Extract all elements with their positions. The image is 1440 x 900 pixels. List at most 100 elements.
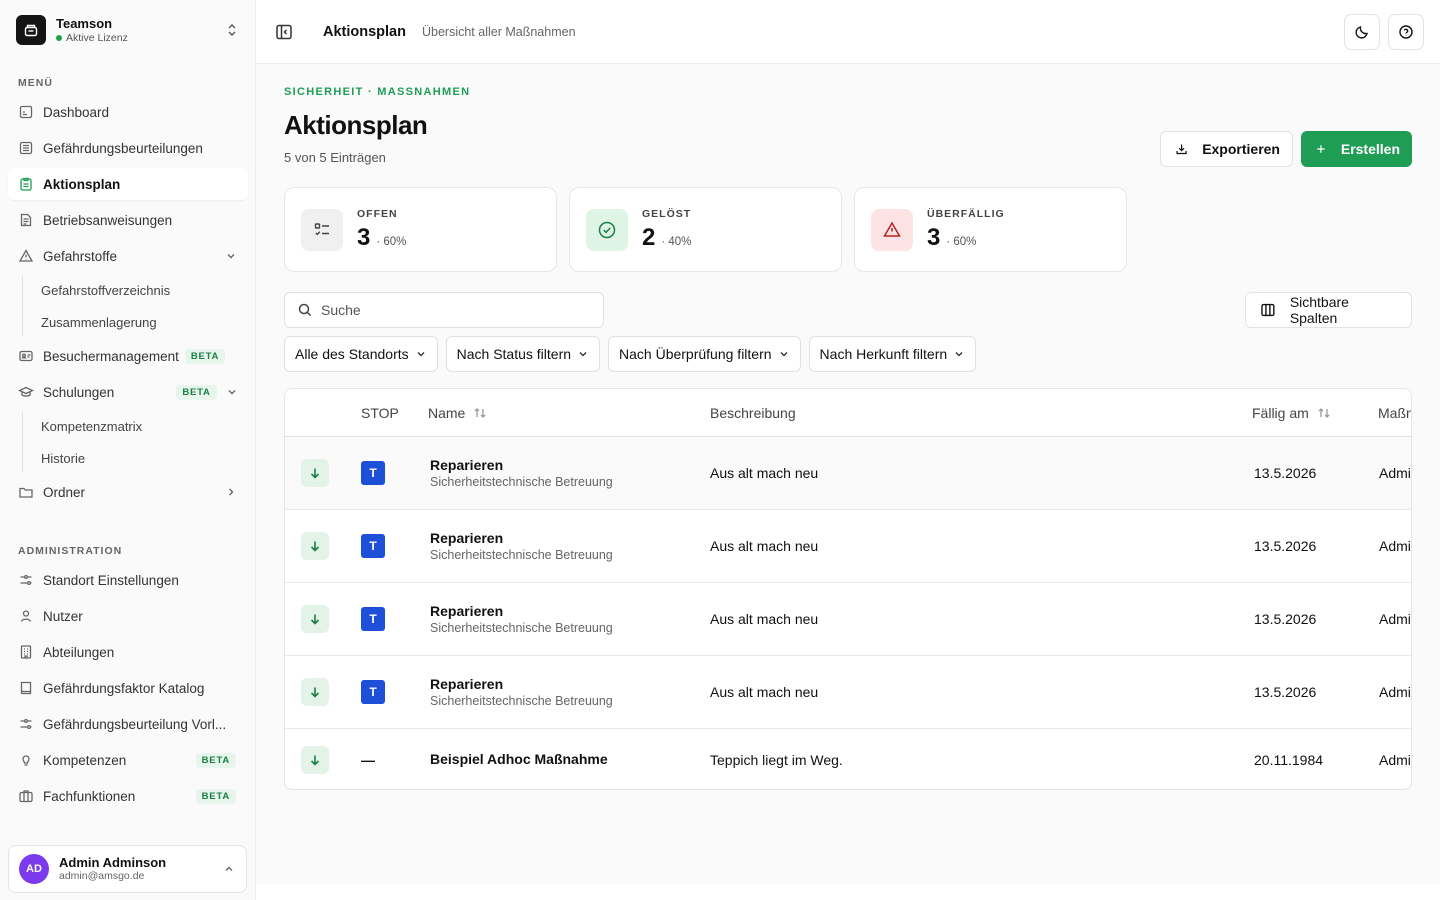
- sort-icon[interactable]: [1317, 406, 1331, 420]
- sidebar-item-label: Ordner: [43, 484, 86, 500]
- table-row[interactable]: T Reparieren Sicherheitstechnische Betreu…: [285, 510, 1411, 583]
- actions-table: STOP Name Beschreibung Fällig am Maßn T …: [284, 388, 1412, 790]
- user-icon: [20, 610, 32, 622]
- moon-icon: [1355, 25, 1368, 39]
- location-filter[interactable]: Alle des Standorts: [284, 336, 438, 372]
- origin-filter[interactable]: Nach Herkunft filtern: [808, 336, 977, 372]
- sidebar-item-abteilungen[interactable]: Abteilungen: [8, 636, 248, 668]
- beta-badge: BETA: [195, 752, 236, 768]
- main-content: SICHERHEIT · MASSNAHMEN Aktionsplan 5 vo…: [256, 64, 1440, 884]
- table-row[interactable]: T Reparieren Sicherheitstechnische Betreu…: [285, 583, 1411, 656]
- sidebar-item-aktionsplan[interactable]: Aktionsplan: [8, 168, 248, 200]
- sort-icon[interactable]: [473, 406, 487, 420]
- stop-badge: T: [361, 607, 385, 631]
- review-filter[interactable]: Nach Überprüfung filtern: [608, 336, 801, 372]
- user-menu[interactable]: AD Admin Adminson admin@amsgo.de: [8, 845, 247, 893]
- column-header-due[interactable]: Fällig am: [1252, 389, 1331, 437]
- table-header: STOP Name Beschreibung Fällig am Maßn: [285, 389, 1411, 437]
- stat-label: GELÖST: [642, 207, 692, 220]
- table-row[interactable]: T Reparieren Sicherheitstechnische Betreu…: [285, 656, 1411, 729]
- due-date: 13.5.2026: [1254, 684, 1317, 700]
- column-header-measure[interactable]: Maßn: [1378, 389, 1411, 437]
- header-subtitle: Übersicht aller Maßnahmen: [421, 24, 576, 39]
- visible-columns-button[interactable]: Sichtbare Spalten: [1245, 292, 1412, 328]
- arrow-down-icon[interactable]: [301, 745, 329, 774]
- sidebar-item-gefahrstoffverzeichnis[interactable]: Gefahrstoffverzeichnis: [23, 276, 248, 304]
- table-row[interactable]: — Beispiel Adhoc Maßnahme Teppich liegt …: [285, 729, 1411, 789]
- action-name: Reparieren: [430, 529, 504, 546]
- sidebar-item-standort-einstellungen[interactable]: Standort Einstellungen: [8, 564, 248, 596]
- main-nav: Dashboard Gefährdungsbeurteilungen Aktio…: [8, 96, 248, 512]
- arrow-down-icon[interactable]: [301, 532, 329, 560]
- export-button[interactable]: Exportieren: [1160, 131, 1293, 167]
- sidebar-item-gefahrstoffe[interactable]: Gefahrstoffe: [8, 240, 248, 272]
- chevron-down-icon[interactable]: [225, 385, 239, 399]
- action-name: Reparieren: [430, 456, 504, 473]
- column-header-name[interactable]: Name: [428, 389, 487, 437]
- avatar: AD: [19, 854, 49, 884]
- sidebar-item-label: Fachfunktionen: [43, 788, 136, 804]
- sidebar-item-label: Aktionsplan: [43, 176, 121, 192]
- stat-card-overdue[interactable]: ÜBERFÄLLIG 3 · 60%: [854, 187, 1127, 272]
- chevron-right-icon[interactable]: [224, 485, 238, 499]
- arrow-down-icon[interactable]: [301, 605, 329, 633]
- stop-empty: —: [361, 751, 375, 768]
- action-description: Aus alt mach neu: [710, 611, 819, 627]
- action-name: Reparieren: [430, 675, 504, 692]
- sidebar-item-kompetenzmatrix[interactable]: Kompetenzmatrix: [23, 412, 248, 440]
- column-header-stop[interactable]: STOP: [361, 389, 399, 437]
- sidebar-item-gefaehrdungsfaktor-katalog[interactable]: Gefährdungsfaktor Katalog: [8, 672, 248, 704]
- sidebar-item-zusammenlagerung[interactable]: Zusammenlagerung: [23, 308, 248, 336]
- stat-card-solved[interactable]: GELÖST 2 · 40%: [569, 187, 842, 272]
- status-filter[interactable]: Nach Status filtern: [445, 336, 601, 372]
- sidebar-item-label: Schulungen: [43, 384, 115, 400]
- sidebar-item-nutzer[interactable]: Nutzer: [8, 600, 248, 632]
- sidebar-toggle-icon[interactable]: [274, 22, 294, 42]
- schulungen-submenu: Kompetenzmatrix Historie: [22, 412, 248, 472]
- sidebar-item-label: Dashboard: [43, 104, 110, 120]
- license-status: Aktive Lizenz: [66, 31, 128, 44]
- status-dot: [56, 35, 62, 41]
- measure-owner: Admi: [1379, 538, 1411, 554]
- sidebar-item-label: Gefährdungsbeurteilungen: [43, 140, 203, 156]
- help-button[interactable]: [1388, 13, 1424, 50]
- sidebar-item-schulungen[interactable]: Schulungen BETA: [8, 376, 248, 408]
- arrow-down-icon[interactable]: [301, 678, 329, 706]
- sidebar-item-historie[interactable]: Historie: [23, 444, 248, 472]
- chevron-down-icon: [780, 352, 788, 357]
- due-date: 20.11.1984: [1254, 751, 1324, 768]
- beta-badge: BETA: [176, 384, 217, 400]
- column-header-description[interactable]: Beschreibung: [710, 389, 796, 437]
- sidebar-item-label: Gefahrstoffe: [43, 248, 118, 264]
- chevron-down-icon: [955, 352, 963, 357]
- action-description: Aus alt mach neu: [710, 465, 819, 481]
- create-button[interactable]: Erstellen: [1301, 131, 1412, 167]
- action-category: Sicherheitstechnische Betreuung: [430, 620, 613, 635]
- sliders-icon: [20, 574, 32, 586]
- chevron-down-icon: [579, 352, 587, 357]
- stop-badge: T: [361, 461, 385, 485]
- sidebar-item-besuchermanagement[interactable]: Besuchermanagement BETA: [8, 340, 248, 372]
- stat-card-open[interactable]: OFFEN 3 · 60%: [284, 187, 557, 272]
- theme-toggle-button[interactable]: [1344, 13, 1380, 50]
- sidebar-item-dashboard[interactable]: Dashboard: [8, 96, 248, 128]
- table-row[interactable]: T Reparieren Sicherheitstechnische Betreu…: [285, 437, 1411, 510]
- sidebar-item-gefaehrdungsbeurteilungen[interactable]: Gefährdungsbeurteilungen: [8, 132, 248, 164]
- chevron-down-icon[interactable]: [224, 249, 238, 263]
- alert-triangle-icon: [871, 208, 913, 251]
- search-input[interactable]: [321, 302, 581, 318]
- stat-percent: · 60%: [376, 235, 407, 248]
- team-switcher[interactable]: Teamson Aktive Lizenz: [8, 8, 248, 52]
- beta-badge: BETA: [184, 348, 226, 364]
- download-icon: [1176, 144, 1187, 155]
- id-card-icon: [19, 350, 33, 362]
- sidebar-item-ordner[interactable]: Ordner: [8, 476, 248, 508]
- filter-bar: Alle des Standorts Nach Status filtern N…: [284, 336, 977, 372]
- arrow-down-icon[interactable]: [301, 459, 329, 487]
- sidebar-item-gefaehrdungsbeurteilung-vorlagen[interactable]: Gefährdungsbeurteilung Vorl...: [8, 708, 248, 740]
- sidebar-item-fachfunktionen[interactable]: Fachfunktionen BETA: [8, 780, 248, 812]
- sidebar-item-betriebsanweisungen[interactable]: Betriebsanweisungen: [8, 204, 248, 236]
- breadcrumb: SICHERHEIT · MASSNAHMEN: [284, 86, 471, 98]
- sidebar-item-label: Abteilungen: [43, 644, 115, 660]
- sidebar-item-kompetenzen[interactable]: Kompetenzen BETA: [8, 744, 248, 776]
